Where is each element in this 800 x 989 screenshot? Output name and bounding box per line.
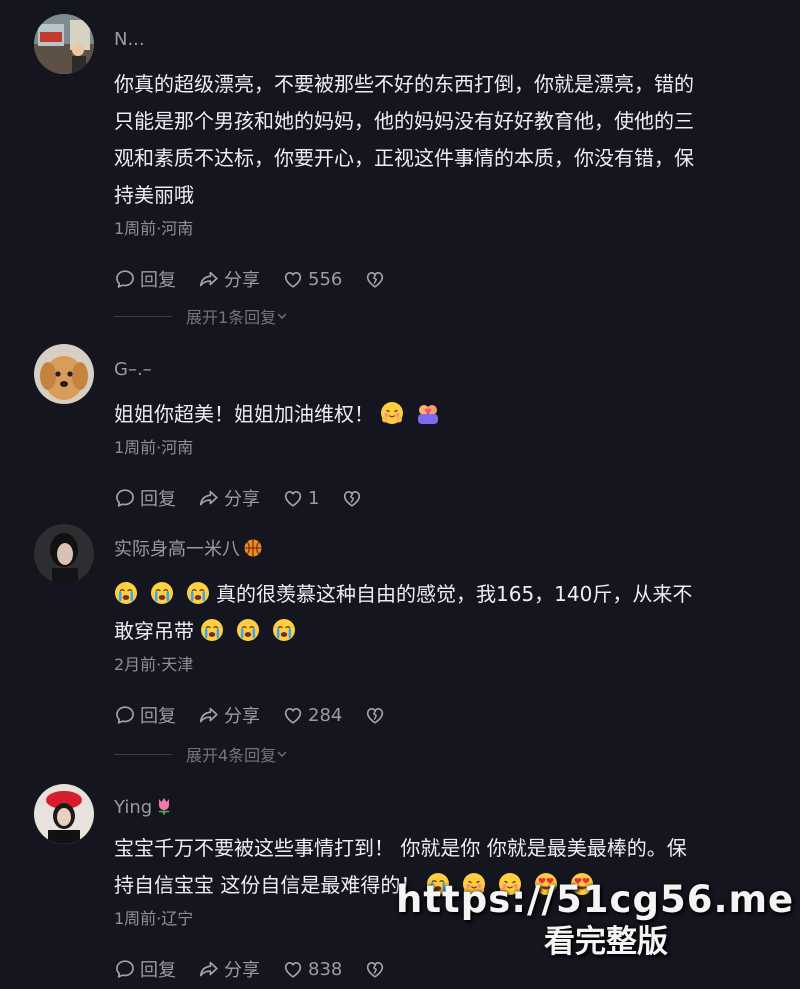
comment-text-line: 敢穿吊带 xyxy=(114,613,760,650)
dislike-button[interactable] xyxy=(364,268,390,290)
broken-heart-icon xyxy=(364,268,386,290)
divider xyxy=(114,753,172,755)
like-count: 284 xyxy=(308,704,343,726)
like-button[interactable]: 838 xyxy=(282,958,342,980)
share-icon xyxy=(198,487,220,509)
action-bar: 回复 分享 1 xyxy=(114,485,760,511)
share-button[interactable]: 分享 xyxy=(198,485,260,511)
heart-icon xyxy=(282,268,304,290)
share-button[interactable]: 分享 xyxy=(198,266,260,292)
comment-text-line: 观和素质不达标，你要开心，正视这件事情的本质，你没有错，保 xyxy=(114,146,694,170)
comment-text-line: 宝宝千万不要被这些事情打到！ 你就是你 你就是最美最棒的。保 xyxy=(114,836,687,860)
share-icon xyxy=(198,958,220,980)
like-count: 556 xyxy=(308,268,343,290)
reply-icon xyxy=(114,704,136,726)
comment-text: 姐姐你超美！姐姐加油维权！ xyxy=(114,396,760,433)
watermark-cta: 看完整版 xyxy=(544,924,668,960)
avatar[interactable] xyxy=(34,344,94,404)
share-icon xyxy=(198,268,220,290)
share-icon xyxy=(198,704,220,726)
like-button[interactable]: 556 xyxy=(282,268,342,290)
expand-replies[interactable]: 展开4条回复 xyxy=(114,742,288,766)
like-count: 838 xyxy=(308,958,343,980)
username-text: Ying xyxy=(114,797,153,818)
reply-label: 回复 xyxy=(140,960,176,981)
reply-label: 回复 xyxy=(140,706,176,727)
hug-face-emoji xyxy=(380,401,404,425)
reply-button[interactable]: 回复 xyxy=(114,956,176,982)
action-bar: 回复 分享 556 xyxy=(114,266,760,292)
share-button[interactable]: 分享 xyxy=(198,956,260,982)
heart-icon xyxy=(282,704,304,726)
broken-heart-icon xyxy=(341,487,363,509)
share-label: 分享 xyxy=(224,489,260,510)
username[interactable]: N... xyxy=(114,28,760,52)
comment-meta: 1周前·河南 xyxy=(114,438,194,457)
comment-meta: 1周前·河南 xyxy=(114,219,194,238)
avatar[interactable] xyxy=(34,784,94,844)
divider xyxy=(114,315,172,317)
reply-button[interactable]: 回复 xyxy=(114,702,176,728)
watermark: https://51cg56.me 看完整版 xyxy=(396,878,795,962)
action-bar: 回复 分享 284 xyxy=(114,702,760,728)
crying-face-emoji xyxy=(186,581,210,605)
reply-label: 回复 xyxy=(140,270,176,291)
basketball-icon xyxy=(244,539,262,557)
avatar[interactable] xyxy=(34,14,94,74)
comment-text-segment: 持自信宝宝 这份自信是最难得的！ xyxy=(114,873,421,897)
dislike-button[interactable] xyxy=(364,704,390,726)
reply-button[interactable]: 回复 xyxy=(114,266,176,292)
comment-meta: 2月前·天津 xyxy=(114,655,194,674)
dislike-button[interactable] xyxy=(364,958,390,980)
comment-text-line: 只能是那个男孩和她的妈妈，他的妈妈没有好好教育他，使他的三 xyxy=(114,109,694,133)
avatar[interactable] xyxy=(34,524,94,584)
comment-text-segment: 真的很羡慕这种自由的感觉，我165，140斤，从来不 xyxy=(216,582,693,606)
tulip-icon xyxy=(158,798,170,815)
comment-text-segment: 敢穿吊带 xyxy=(114,619,194,643)
expand-replies[interactable]: 展开1条回复 xyxy=(114,304,288,328)
comment-feed: N... 你真的超级漂亮，不要被那些不好的东西打倒，你就是漂亮，错的 只能是那个… xyxy=(0,0,800,989)
comment-text-line: 你真的超级漂亮，不要被那些不好的东西打倒，你就是漂亮，错的 xyxy=(114,72,694,96)
expand-label: 展开4条回复 xyxy=(186,746,277,765)
like-count: 1 xyxy=(308,487,320,509)
watermark-url: https://51cg56.me xyxy=(396,878,795,921)
like-button[interactable]: 1 xyxy=(282,487,319,509)
crying-face-emoji xyxy=(114,581,138,605)
heart-icon xyxy=(282,958,304,980)
reply-icon xyxy=(114,958,136,980)
comment-text-line: 真的很羡慕这种自由的感觉，我165，140斤，从来不 xyxy=(114,576,760,613)
username-text: 实际身高一米八 xyxy=(114,539,240,560)
reply-button[interactable]: 回复 xyxy=(114,485,176,511)
share-label: 分享 xyxy=(224,960,260,981)
comment-text: 你真的超级漂亮，不要被那些不好的东西打倒，你就是漂亮，错的 只能是那个男孩和她的… xyxy=(114,66,760,214)
broken-heart-icon xyxy=(364,958,386,980)
comment-text-line: 持美丽哦 xyxy=(114,183,194,207)
chevron-down-icon xyxy=(276,748,288,760)
reply-icon xyxy=(114,268,136,290)
share-label: 分享 xyxy=(224,706,260,727)
crying-face-emoji xyxy=(272,618,296,642)
reply-icon xyxy=(114,487,136,509)
username[interactable]: 实际身高一米八 xyxy=(114,538,760,562)
broken-heart-icon xyxy=(364,704,386,726)
reply-label: 回复 xyxy=(140,489,176,510)
share-button[interactable]: 分享 xyxy=(198,702,260,728)
crying-face-emoji xyxy=(236,618,260,642)
username[interactable]: G–.– xyxy=(114,358,760,382)
crying-face-emoji xyxy=(200,618,224,642)
dislike-button[interactable] xyxy=(341,487,367,509)
couple-heart-emoji xyxy=(416,401,440,425)
share-label: 分享 xyxy=(224,270,260,291)
crying-face-emoji xyxy=(150,581,174,605)
comment-text-line: 姐姐你超美！姐姐加油维权！ xyxy=(114,402,374,426)
expand-label: 展开1条回复 xyxy=(186,308,277,327)
like-button[interactable]: 284 xyxy=(282,704,342,726)
comment-text: 真的很羡慕这种自由的感觉，我165，140斤，从来不 敢穿吊带 xyxy=(114,576,760,650)
chevron-down-icon xyxy=(276,310,288,322)
heart-icon xyxy=(282,487,304,509)
username[interactable]: Ying xyxy=(114,796,760,820)
